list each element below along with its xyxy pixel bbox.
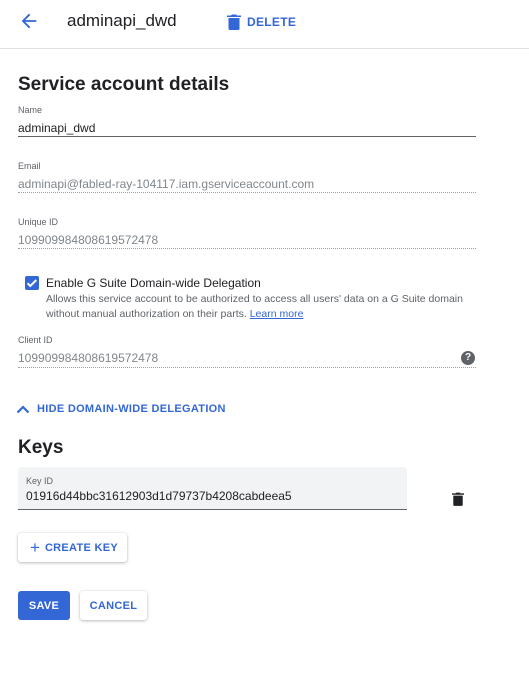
domain-wide-delegation-checkbox[interactable] (25, 276, 39, 290)
page-title: adminapi_dwd (67, 11, 177, 30)
name-field[interactable]: adminapi_dwd (18, 121, 95, 135)
email-field-underline (18, 192, 476, 193)
key-id-label: Key ID (26, 476, 54, 486)
delegation-description: Allows this service account to be author… (46, 292, 476, 321)
delete-label: DELETE (247, 15, 297, 29)
delegation-checkbox-label: Enable G Suite Domain-wide Delegation (46, 276, 261, 290)
unique-id-field-underline (18, 248, 476, 249)
client-id-field: 109909984808619572478 (18, 351, 159, 365)
delete-key-button[interactable] (452, 492, 466, 508)
back-button[interactable] (18, 10, 40, 32)
help-icon[interactable]: ? (461, 351, 475, 365)
save-button[interactable]: SAVE (18, 591, 70, 620)
name-label: Name (18, 105, 43, 115)
create-key-label: CREATE KEY (44, 541, 119, 554)
create-key-button[interactable]: + CREATE KEY (18, 533, 127, 562)
hide-domain-wide-delegation-button[interactable]: HIDE DOMAIN-WIDE DELEGATION (16, 401, 226, 417)
trash-icon (452, 492, 464, 506)
email-field: adminapi@fabled-ray-104117.iam.gservicea… (18, 177, 315, 191)
learn-more-link[interactable]: Learn more (250, 308, 304, 320)
trash-icon (227, 14, 241, 30)
key-id-value: 01916d44bbc31612903d1d79737b4208cabdeea5 (26, 489, 292, 503)
email-label: Email (18, 161, 41, 171)
client-id-field-underline (18, 367, 476, 368)
keys-heading: Keys (18, 437, 64, 458)
unique-id-label: Unique ID (18, 217, 59, 227)
checkmark-icon (26, 279, 38, 288)
client-id-label: Client ID (18, 335, 53, 345)
hide-delegation-label: HIDE DOMAIN-WIDE DELEGATION (37, 403, 226, 415)
page-header: adminapi_dwd DELETE (0, 0, 529, 49)
delete-button[interactable]: DELETE (227, 13, 296, 31)
arrow-back-icon (21, 13, 37, 29)
plus-icon: + (30, 538, 40, 557)
cancel-button[interactable]: CANCEL (80, 591, 147, 620)
name-field-underline (18, 136, 476, 137)
chevron-up-icon (16, 405, 30, 414)
service-account-details-heading: Service account details (18, 74, 230, 95)
unique-id-field: 109909984808619572478 (18, 233, 159, 247)
key-id-field: Key ID 01916d44bbc31612903d1d79737b4208c… (18, 467, 407, 510)
